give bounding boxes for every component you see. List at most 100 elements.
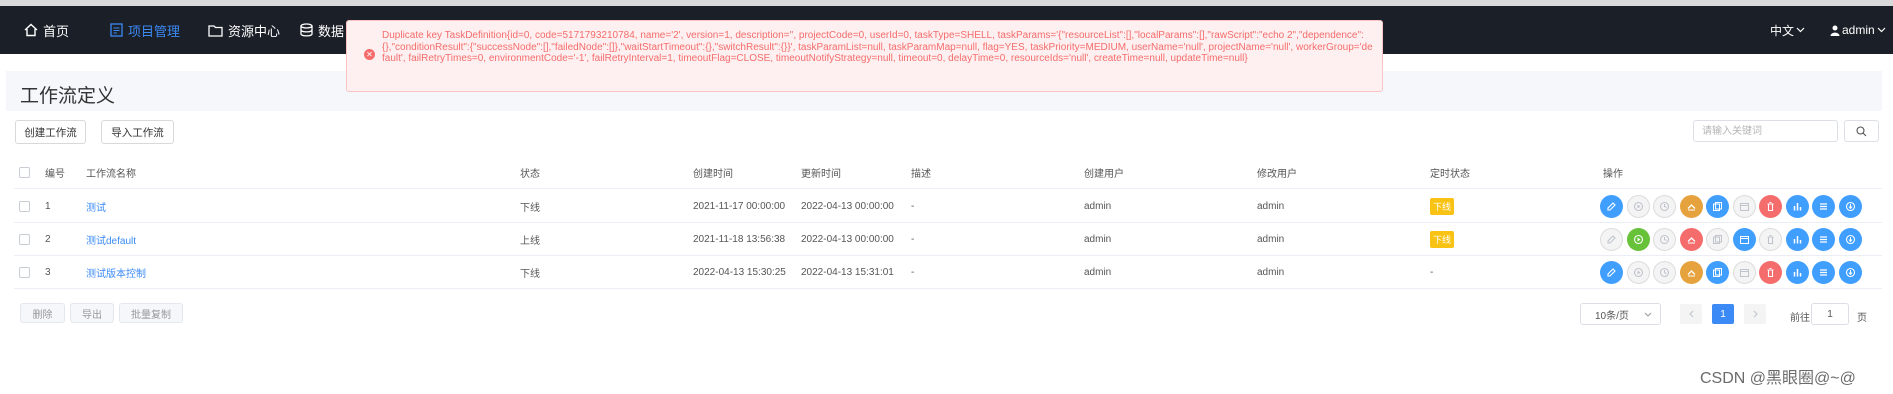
schedule-icon [1739, 236, 1749, 244]
delete-icon [1767, 267, 1774, 278]
timing-icon [1659, 201, 1670, 212]
export-button[interactable]: 导出 [70, 303, 114, 323]
header-created: 创建时间 [693, 169, 733, 180]
edit-button[interactable] [1600, 261, 1623, 284]
chevron-left-icon [1688, 310, 1693, 318]
tree-view-button[interactable] [1785, 261, 1809, 284]
copy-icon [1713, 202, 1722, 211]
workflow-name-link[interactable]: 测试default [86, 223, 136, 256]
schedule-button[interactable] [1732, 195, 1756, 218]
timing-button[interactable] [1653, 228, 1676, 251]
delete-button[interactable] [1759, 228, 1782, 251]
version-button[interactable] [1812, 195, 1835, 218]
row-updated: 2022-04-13 00:00:00 [801, 201, 894, 212]
header-updated: 更新时间 [801, 169, 841, 180]
prev-page-button[interactable] [1680, 304, 1702, 324]
nav-home[interactable]: 首页 [24, 6, 69, 54]
page-size-select[interactable]: 10条/页 [1580, 303, 1661, 325]
offline-button[interactable] [1679, 195, 1703, 218]
version-button[interactable] [1812, 261, 1835, 284]
start-icon [1633, 267, 1643, 278]
row-status: 下线 [520, 269, 540, 280]
row-desc: - [911, 234, 915, 245]
row-created: 2021-11-17 00:00:00 [693, 201, 786, 212]
row-status: 下线 [520, 203, 540, 214]
schedule-status-badge: 下线 [1430, 231, 1455, 248]
goto-label: 前往 [1790, 313, 1810, 324]
copy-button[interactable] [1706, 195, 1729, 218]
tree-view-button[interactable] [1785, 195, 1809, 218]
chevron-down-icon [1796, 27, 1805, 33]
row-updated: 2022-04-13 00:00:00 [801, 234, 894, 245]
header-id: 编号 [45, 169, 65, 180]
row-checkbox[interactable] [19, 234, 30, 245]
edit-button[interactable] [1600, 195, 1623, 218]
offline-button[interactable] [1679, 261, 1703, 284]
start-button[interactable] [1626, 228, 1650, 251]
next-page-button[interactable] [1744, 304, 1766, 324]
tree-view-button[interactable] [1785, 228, 1809, 251]
row-modifier: admin [1257, 267, 1285, 278]
copy-button[interactable] [1706, 228, 1729, 251]
nav-resource[interactable]: 资源中心 [208, 6, 280, 54]
timing-button[interactable] [1653, 261, 1676, 284]
row-id: 3 [45, 267, 51, 278]
create-workflow-button[interactable]: 创建工作流 [15, 120, 86, 144]
user-dropdown[interactable]: admin [1830, 6, 1886, 54]
row-checkbox[interactable] [19, 267, 30, 278]
user-icon [1830, 25, 1840, 36]
header-modifier: 修改用户 [1257, 169, 1297, 180]
goto-page-input[interactable] [1811, 303, 1849, 325]
schedule-icon [1739, 269, 1749, 277]
row-creator: admin [1084, 234, 1112, 245]
row-id: 2 [45, 234, 51, 245]
workflow-name-link[interactable]: 测试版本控制 [86, 256, 146, 289]
nav-project[interactable]: 项目管理 [110, 6, 180, 54]
row-schedule: - [1430, 267, 1434, 278]
offline-icon [1687, 237, 1695, 244]
row-actions [1600, 195, 1862, 218]
nav-data[interactable]: 数据 [300, 6, 344, 54]
start-icon [1633, 201, 1643, 212]
edit-icon [1607, 202, 1616, 211]
table-row: 1 测试 下线 2021-11-17 00:00:00 2022-04-13 0… [14, 190, 1882, 223]
offline-button[interactable] [1679, 228, 1703, 251]
export-button[interactable] [1838, 195, 1862, 218]
version-icon [1820, 236, 1827, 243]
table-row: 2 测试default 上线 2021-11-18 13:56:38 2022-… [14, 223, 1882, 256]
row-updated: 2022-04-13 15:31:01 [801, 267, 894, 278]
search-button[interactable] [1844, 120, 1879, 142]
schedule-button[interactable] [1732, 261, 1756, 284]
row-checkbox[interactable] [19, 201, 30, 212]
table-row: 3 测试版本控制 下线 2022-04-13 15:30:25 2022-04-… [14, 256, 1882, 289]
page-number-current[interactable]: 1 [1712, 304, 1734, 324]
version-button[interactable] [1812, 228, 1835, 251]
start-button[interactable] [1626, 195, 1650, 218]
start-button[interactable] [1626, 261, 1650, 284]
schedule-status-badge: 下线 [1430, 198, 1455, 215]
delete-button[interactable] [1759, 261, 1782, 284]
error-message-toast: ✕ Duplicate key TaskDefinition{id=0, cod… [346, 20, 1383, 92]
edit-button[interactable] [1600, 228, 1623, 251]
chevron-right-icon [1753, 310, 1758, 318]
schedule-button[interactable] [1732, 228, 1756, 251]
document-icon [110, 23, 123, 37]
select-all-checkbox[interactable] [19, 167, 30, 178]
workflow-name-link[interactable]: 测试 [86, 190, 106, 223]
copy-icon [1713, 268, 1722, 277]
export-button[interactable] [1838, 228, 1862, 251]
search-input[interactable] [1693, 120, 1838, 142]
batch-copy-button[interactable]: 批量复制 [119, 303, 183, 323]
start-icon [1633, 234, 1643, 245]
timing-button[interactable] [1653, 195, 1676, 218]
language-dropdown[interactable]: 中文 [1770, 6, 1805, 54]
copy-button[interactable] [1706, 261, 1729, 284]
version-icon [1820, 203, 1827, 210]
home-icon [24, 23, 38, 37]
export-button[interactable] [1838, 261, 1862, 284]
import-workflow-button[interactable]: 导入工作流 [101, 120, 174, 144]
delete-button[interactable]: 删除 [20, 303, 65, 323]
header-ops: 操作 [1603, 169, 1623, 180]
delete-button[interactable] [1759, 195, 1782, 218]
header-creator: 创建用户 [1084, 169, 1124, 180]
